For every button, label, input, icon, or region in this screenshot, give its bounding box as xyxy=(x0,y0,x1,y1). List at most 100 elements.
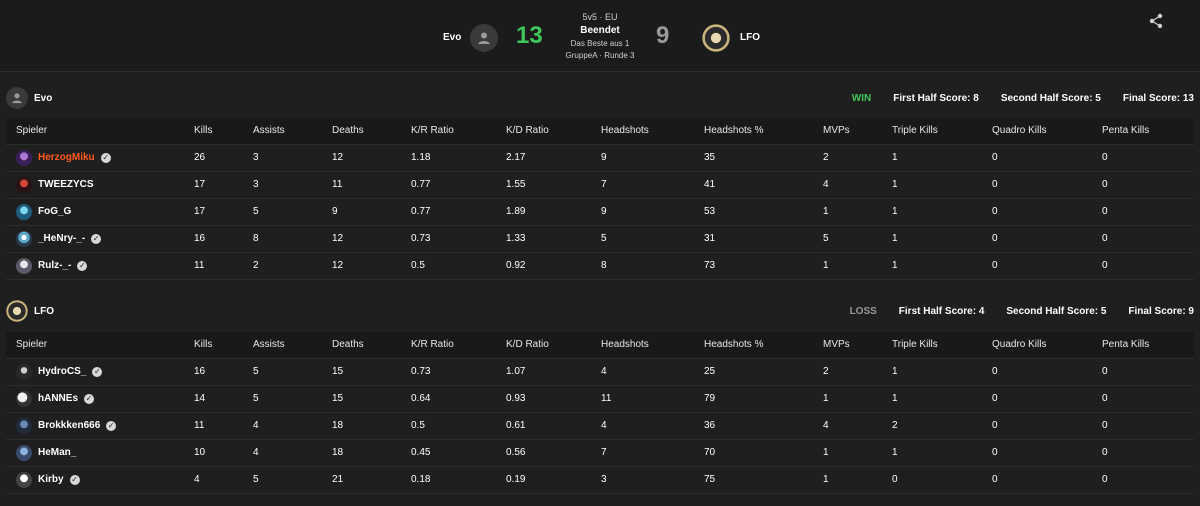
column-header[interactable]: Spieler xyxy=(6,118,184,145)
team-avatar-lfo[interactable] xyxy=(6,300,28,322)
team-name[interactable]: Evo xyxy=(34,93,52,104)
player-link[interactable]: HydroCS_ ✓ xyxy=(16,363,184,380)
column-header[interactable]: Headshots xyxy=(591,332,694,359)
stat-cell: 0 xyxy=(982,252,1092,280)
player-name[interactable]: HeMan_ xyxy=(38,447,76,458)
team-stats-table-evo: Spieler Kills Assists Deaths K/R Ratio K/D Ra… xyxy=(6,118,1194,280)
team-avatar-evo[interactable] xyxy=(6,87,28,109)
column-header[interactable]: Assists xyxy=(243,118,322,145)
left-team-name[interactable]: Evo xyxy=(443,32,461,43)
verified-check-icon: ✓ xyxy=(69,474,80,485)
column-header[interactable]: Spieler xyxy=(6,332,184,359)
player-link[interactable]: hANNEs ✓ xyxy=(16,390,184,407)
stat-cell: 0.77 xyxy=(401,171,496,199)
player-link[interactable]: Kirby ✓ xyxy=(16,471,184,488)
user-icon xyxy=(12,93,22,104)
player-link[interactable]: Rulz-_- ✓ xyxy=(16,257,184,274)
column-header[interactable]: Penta Kills xyxy=(1092,332,1194,359)
column-header[interactable]: K/R Ratio xyxy=(401,118,496,145)
column-header[interactable]: K/D Ratio xyxy=(496,118,591,145)
stat-cell: 0.61 xyxy=(496,412,591,440)
stat-cell: 16 xyxy=(184,225,243,253)
right-team-name[interactable]: LFO xyxy=(740,32,760,43)
column-header[interactable]: Triple Kills xyxy=(882,118,982,145)
column-header[interactable]: Triple Kills xyxy=(882,332,982,359)
column-header[interactable]: Kills xyxy=(184,332,243,359)
stat-cell: 0 xyxy=(1092,412,1194,440)
stat-cell: 0.73 xyxy=(401,225,496,253)
player-avatar[interactable] xyxy=(16,257,32,274)
player-name[interactable]: TWEEZYCS xyxy=(38,179,94,190)
player-avatar[interactable] xyxy=(16,444,32,461)
stat-cell: 17 xyxy=(184,171,243,199)
first-half-score: First Half Score: 8 xyxy=(893,93,979,104)
player-link[interactable]: _HeNry-_- ✓ xyxy=(16,230,184,247)
stat-cell: 1.07 xyxy=(496,358,591,386)
player-name[interactable]: FoG_G xyxy=(38,206,71,217)
stat-cell: 4 xyxy=(591,412,694,440)
table-row: Kirby ✓ 4 5 21 0.18 0.19 3 75 1 0 0 0 xyxy=(6,466,1194,494)
player-cell: hANNEs ✓ xyxy=(6,385,184,413)
stat-cell: 7 xyxy=(591,439,694,467)
team-name[interactable]: LFO xyxy=(34,306,54,317)
verified-check-icon: ✓ xyxy=(100,152,111,163)
column-header[interactable]: MVPs xyxy=(813,118,882,145)
stat-cell: 0 xyxy=(982,385,1092,413)
column-header[interactable]: Headshots % xyxy=(694,332,813,359)
player-link[interactable]: FoG_G xyxy=(16,203,184,220)
column-header[interactable]: MVPs xyxy=(813,332,882,359)
player-name[interactable]: Kirby xyxy=(38,474,64,485)
stat-cell: 0.77 xyxy=(401,198,496,226)
player-avatar[interactable] xyxy=(16,363,32,380)
column-header[interactable]: Headshots % xyxy=(694,118,813,145)
table-row: HerzogMiku ✓ 26 3 12 1.18 2.17 9 35 2 1 0 0 xyxy=(6,144,1194,172)
player-avatar[interactable] xyxy=(16,417,32,434)
right-team-avatar[interactable] xyxy=(702,24,730,52)
player-avatar[interactable] xyxy=(16,471,32,488)
stat-cell: 36 xyxy=(694,412,813,440)
player-avatar[interactable] xyxy=(16,230,32,247)
column-header[interactable]: K/R Ratio xyxy=(401,332,496,359)
stat-cell: 4 xyxy=(591,358,694,386)
player-link[interactable]: HerzogMiku ✓ xyxy=(16,149,184,166)
player-name[interactable]: hANNEs xyxy=(38,393,78,404)
stat-cell: 0 xyxy=(982,171,1092,199)
column-header[interactable]: Kills xyxy=(184,118,243,145)
player-avatar[interactable] xyxy=(16,390,32,407)
stat-cell: 1 xyxy=(813,439,882,467)
stat-cell: 16 xyxy=(184,358,243,386)
stat-cell: 12 xyxy=(322,144,401,172)
column-header[interactable]: Quadro Kills xyxy=(982,118,1092,145)
player-name[interactable]: HerzogMiku xyxy=(38,152,95,163)
player-link[interactable]: HeMan_ xyxy=(16,444,184,461)
share-icon[interactable] xyxy=(1148,13,1164,29)
stat-cell: 9 xyxy=(322,198,401,226)
player-name[interactable]: Brokkken666 xyxy=(38,420,100,431)
stat-cell: 3 xyxy=(243,171,322,199)
team-stats-table-lfo: Spieler Kills Assists Deaths K/R Ratio K/D Ra… xyxy=(6,332,1194,494)
player-link[interactable]: Brokkken666 ✓ xyxy=(16,417,184,434)
stat-cell: 5 xyxy=(243,385,322,413)
player-avatar[interactable] xyxy=(16,149,32,166)
player-name[interactable]: _HeNry-_- xyxy=(38,233,85,244)
stat-cell: 1 xyxy=(813,385,882,413)
column-header[interactable]: Deaths xyxy=(322,332,401,359)
stat-cell: 1.89 xyxy=(496,198,591,226)
column-header[interactable]: Deaths xyxy=(322,118,401,145)
column-header[interactable]: Headshots xyxy=(591,118,694,145)
column-header[interactable]: Quadro Kills xyxy=(982,332,1092,359)
column-header[interactable]: Assists xyxy=(243,332,322,359)
player-name[interactable]: Rulz-_- xyxy=(38,260,71,271)
column-header[interactable]: K/D Ratio xyxy=(496,332,591,359)
player-name[interactable]: HydroCS_ xyxy=(38,366,86,377)
left-team-avatar[interactable] xyxy=(470,24,498,52)
user-icon xyxy=(478,32,490,44)
player-link[interactable]: TWEEZYCS xyxy=(16,176,184,193)
stat-cell: 17 xyxy=(184,198,243,226)
column-header[interactable]: Penta Kills xyxy=(1092,118,1194,145)
stat-cell: 9 xyxy=(591,198,694,226)
table-row: TWEEZYCS 17 3 11 0.77 1.55 7 41 4 1 0 0 xyxy=(6,171,1194,199)
player-avatar[interactable] xyxy=(16,203,32,220)
stat-cell: 1 xyxy=(813,198,882,226)
player-avatar[interactable] xyxy=(16,176,32,193)
